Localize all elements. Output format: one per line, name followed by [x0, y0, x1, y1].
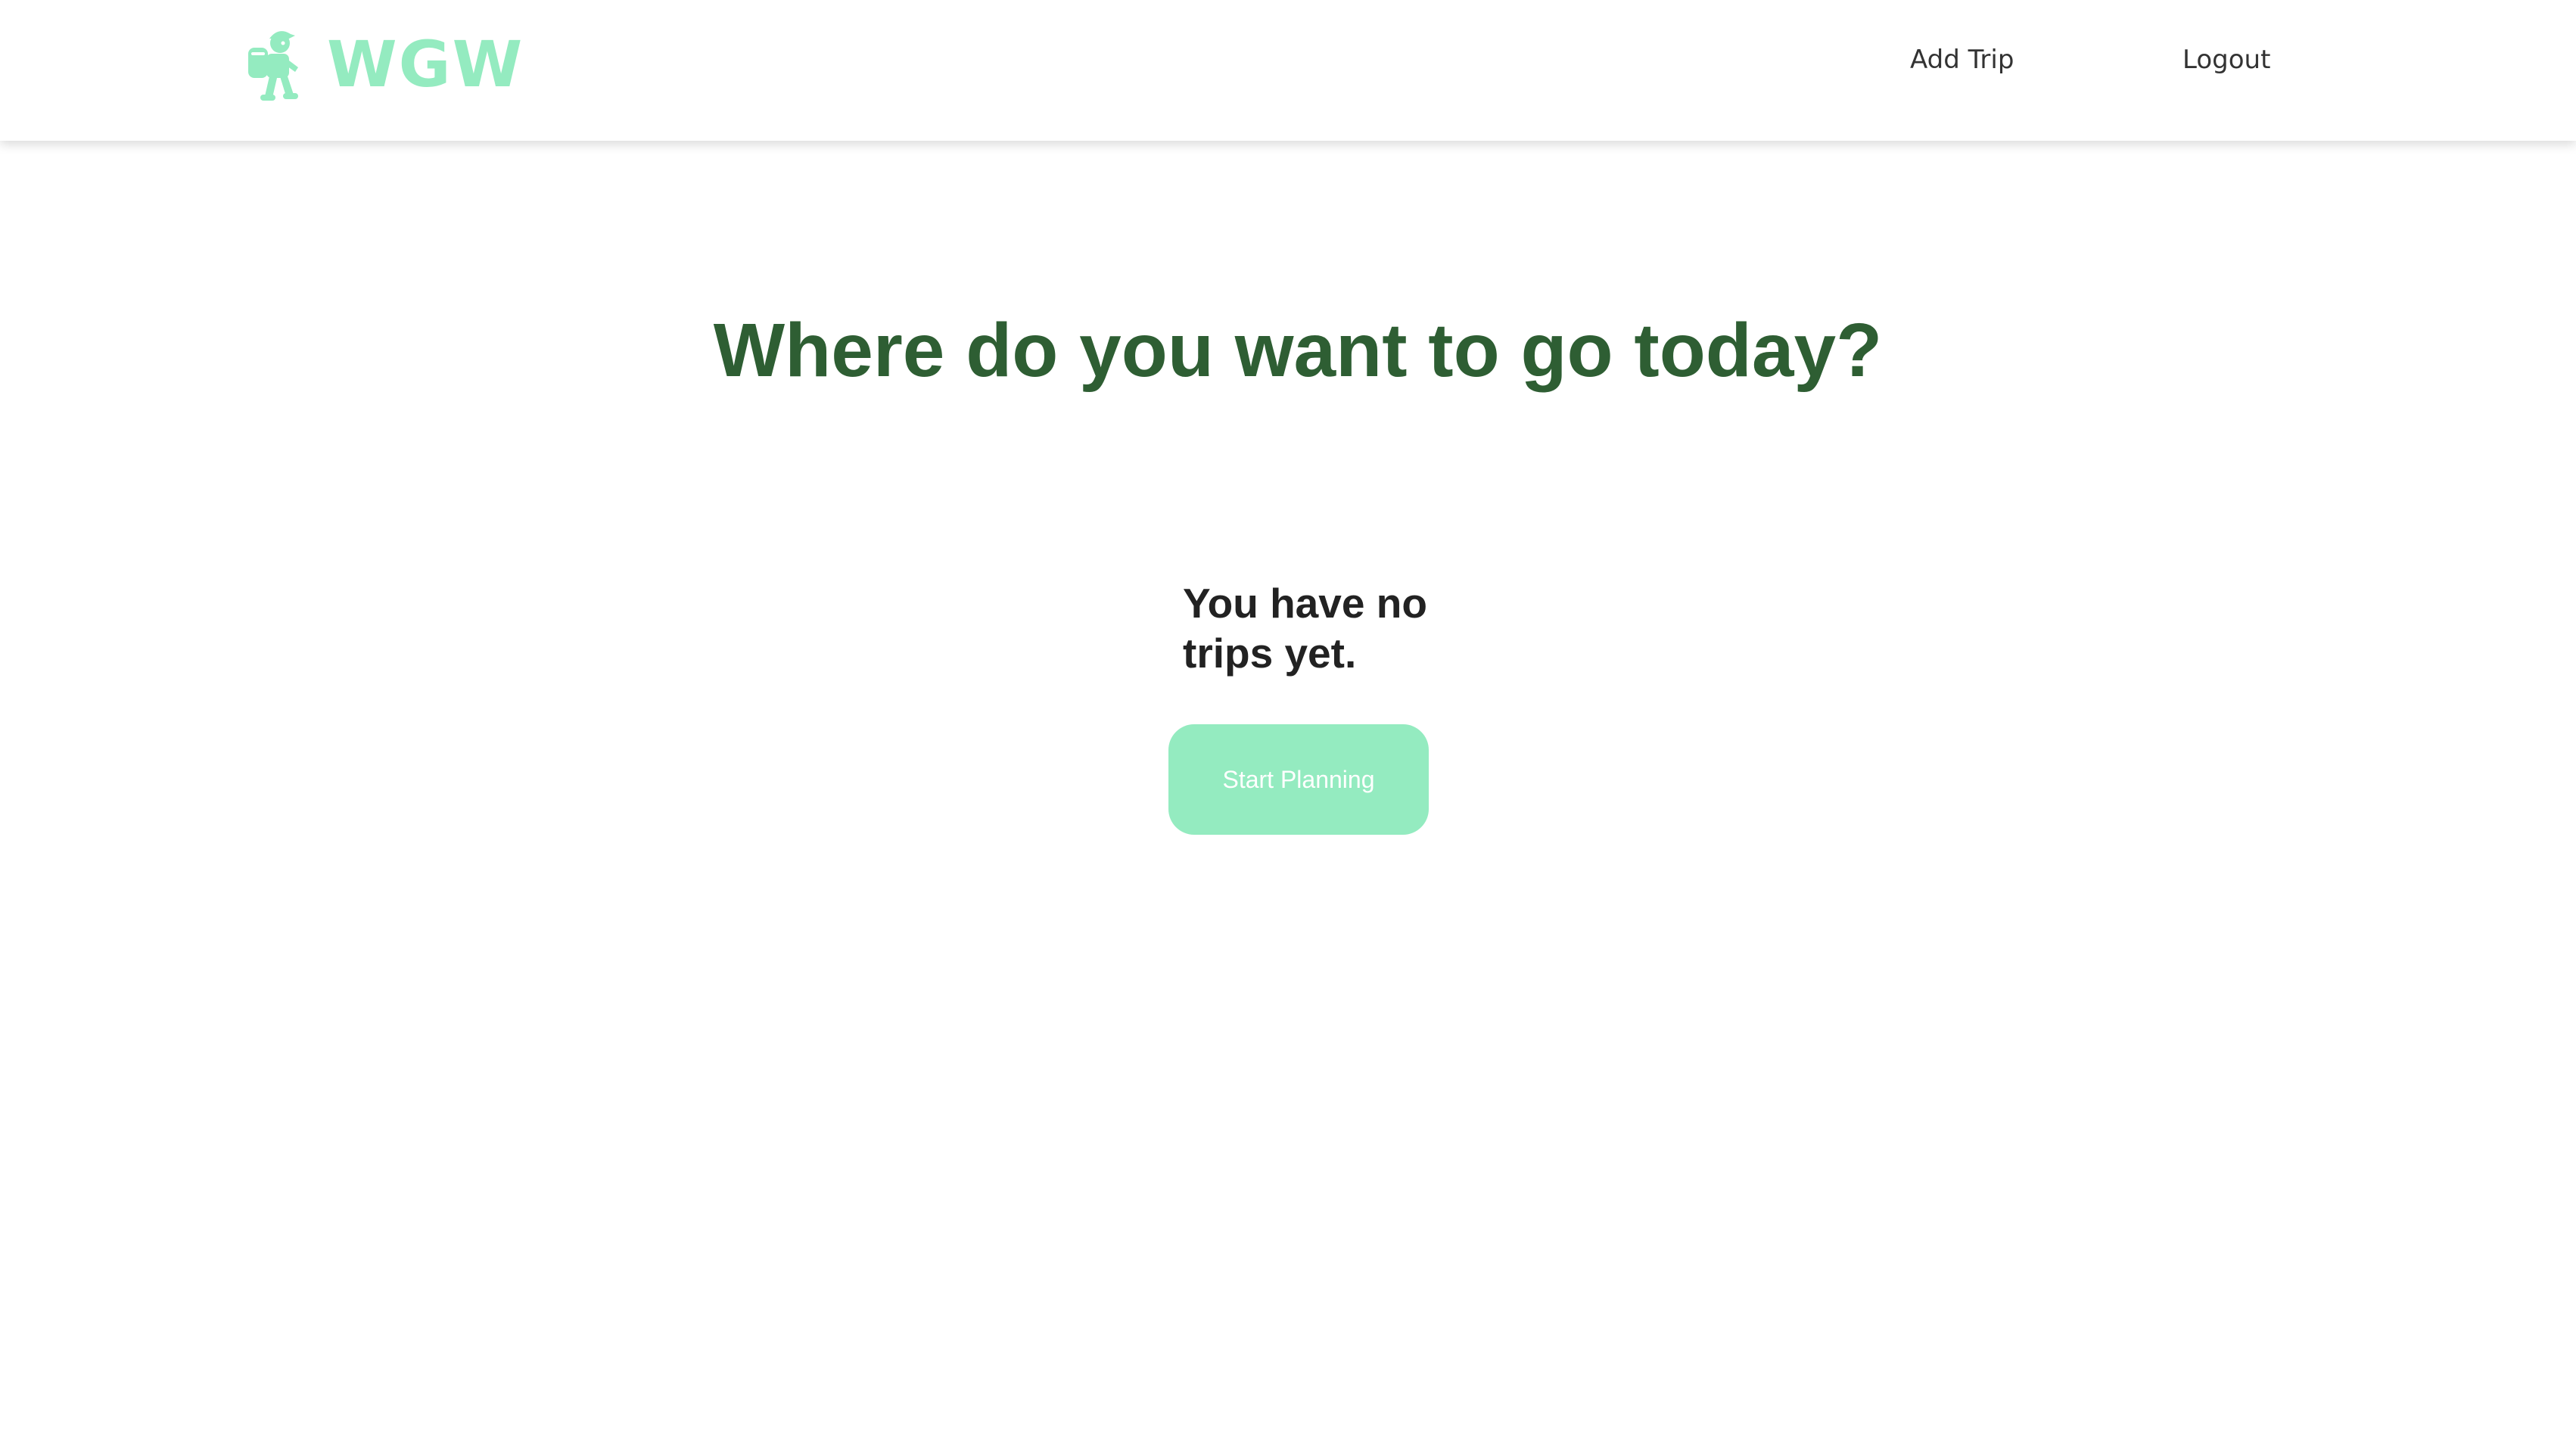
hiker-icon: [248, 31, 298, 101]
logo-text: WGW: [327, 27, 524, 101]
add-trip-link[interactable]: Add Trip: [1910, 47, 2014, 73]
logout-link[interactable]: Logout: [2182, 47, 2270, 73]
start-planning-button[interactable]: Start Planning: [1168, 724, 1429, 835]
top-navbar: WGW Add Trip Logout: [0, 0, 2576, 141]
empty-state-message: You have no trips yet.: [1183, 580, 1427, 677]
page-title: Where do you want to go today?: [713, 308, 1883, 393]
home-logo-link[interactable]: WGW: [244, 23, 524, 106]
